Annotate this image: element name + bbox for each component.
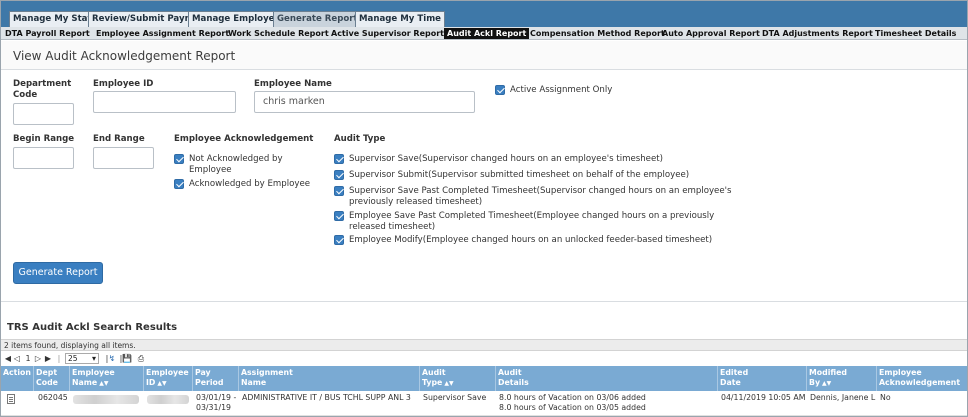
- col-employee-name[interactable]: Employee Name ▲▼: [70, 366, 144, 391]
- not-acknowledged-label: Not Acknowledged by Employee: [189, 154, 283, 175]
- pager-toolbar: ◀ ◁ 1 ▷ ▶ | 25 | ↯ | 💾 ⎙: [4, 353, 164, 364]
- cell-audit-type: Supervisor Save: [423, 393, 487, 402]
- subnav-auto-approval-report[interactable]: Auto Approval Report: [662, 28, 760, 39]
- audit-type-label: Audit Type: [334, 134, 386, 144]
- cell-audit-details: 8.0 hours of Vacation on 03/06 added 8.0…: [499, 393, 646, 412]
- employee-id-label: Employee ID: [93, 79, 154, 89]
- export-icon[interactable]: 💾: [122, 354, 132, 363]
- subnav-compensation-method-report[interactable]: Compensation Method Report: [530, 28, 665, 39]
- next-page-icon[interactable]: ▷: [34, 354, 42, 363]
- sort-icon: ▲▼: [157, 380, 167, 387]
- cell-employee-acknowledgement: No: [880, 393, 891, 402]
- subnav-employee-assignment-report[interactable]: Employee Assignment Report: [96, 28, 229, 39]
- acknowledged-label: Acknowledged by Employee: [189, 179, 311, 189]
- page-title: View Audit Acknowledgement Report: [13, 49, 236, 63]
- audit-type-supervisor-submit-checkbox[interactable]: [334, 170, 344, 180]
- col-employee-id[interactable]: Employee ID ▲▼: [144, 366, 193, 391]
- report-sub-nav: DTA Payroll Report Employee Assignment R…: [1, 27, 967, 40]
- col-assignment-name: Assignment Name: [239, 366, 420, 391]
- previous-page-icon[interactable]: ◁: [13, 354, 21, 363]
- end-range-label: End Range: [93, 134, 145, 144]
- cell-modified-by: Dennis, Janene L: [810, 393, 876, 402]
- app-window: Manage My Staff Review/Submit Payroll Ma…: [0, 0, 968, 417]
- section-divider: [1, 301, 967, 302]
- redacted-employee-name: [73, 395, 139, 404]
- cell-pay-period: 03/01/19 - 03/31/19: [196, 393, 237, 412]
- col-edited-date: Edited Date: [718, 366, 807, 391]
- results-table-header: Action Dept Code▲▼ Employee Name▲▼ Emplo…: [1, 366, 967, 397]
- audit-type-supervisor-submit-label: Supervisor Submit(Supervisor submitted t…: [349, 170, 690, 180]
- audit-type-employee-modify-label: Employee Modify(Employee changed hours o…: [349, 235, 713, 245]
- cell-edited-date: 04/11/2019 10:05 AM: [721, 393, 806, 402]
- end-range-input[interactable]: [93, 147, 154, 169]
- sort-icon: ▲▼: [99, 380, 109, 387]
- results-count-text: 2 items found, displaying all items.: [4, 341, 136, 350]
- dept-code-label: Department Code: [13, 79, 72, 100]
- page-header: View Audit Acknowledgement Report: [1, 41, 967, 70]
- subnav-work-schedule-report[interactable]: Work Schedule Report: [228, 28, 329, 39]
- begin-range-label: Begin Range: [13, 134, 75, 144]
- employee-name-label: Employee Name: [254, 79, 332, 89]
- col-audit-type[interactable]: Audit Type ▲▼: [420, 366, 496, 391]
- tab-manage-my-staff[interactable]: Manage My Staff: [9, 11, 99, 27]
- col-pay-period: Pay Period: [193, 366, 239, 391]
- subnav-timesheet-details[interactable]: Timesheet Details: [875, 28, 956, 39]
- first-page-icon[interactable]: ◀: [4, 354, 12, 363]
- results-count-bar: 2 items found, displaying all items.: [1, 339, 967, 351]
- pager-separator-icon: |: [57, 354, 61, 363]
- active-assignment-checkbox[interactable]: [495, 85, 505, 95]
- cell-dept-code: 062045: [38, 393, 68, 402]
- subnav-audit-ackl-report[interactable]: Audit Ackl Report: [444, 28, 530, 39]
- subnav-dta-adjustments-report[interactable]: DTA Adjustments Report: [762, 28, 873, 39]
- audit-type-employee-save-past-label: Employee Save Past Completed Timesheet(E…: [349, 211, 715, 232]
- col-modified-by[interactable]: Modified By ▲▼: [807, 366, 877, 391]
- tab-manage-my-time[interactable]: Manage My Time: [355, 11, 445, 27]
- audit-type-employee-modify-checkbox[interactable]: [334, 235, 344, 245]
- audit-type-supervisor-save-past-label: Supervisor Save Past Completed Timesheet…: [349, 186, 732, 207]
- dept-code-input[interactable]: [13, 103, 74, 125]
- not-acknowledged-checkbox[interactable]: [174, 154, 184, 164]
- sort-icon: ▲▼: [444, 380, 454, 387]
- employee-name-input[interactable]: chris marken: [254, 91, 475, 113]
- table-row: 062045 03/01/19 - 03/31/19 ADMINISTRATIV…: [1, 391, 967, 416]
- subnav-active-supervisor-report[interactable]: Active Supervisor Report: [331, 28, 444, 39]
- col-action: Action: [1, 366, 34, 391]
- refresh-icon[interactable]: ↯: [108, 354, 116, 363]
- results-title: TRS Audit Ackl Search Results: [7, 322, 178, 333]
- tab-manage-employee[interactable]: Manage Employee: [188, 11, 285, 27]
- audit-type-employee-save-past-checkbox[interactable]: [334, 211, 344, 221]
- col-audit-details: Audit Details: [496, 366, 718, 391]
- subnav-dta-payroll-report[interactable]: DTA Payroll Report: [5, 28, 90, 39]
- active-assignment-label: Active Assignment Only: [510, 85, 613, 95]
- top-tab-bar: Manage My Staff Review/Submit Payroll Ma…: [1, 1, 967, 27]
- audit-type-supervisor-save-checkbox[interactable]: [334, 154, 344, 164]
- employee-id-input[interactable]: [93, 91, 236, 113]
- col-dept-code[interactable]: Dept Code▲▼: [34, 366, 70, 397]
- generate-report-button[interactable]: Generate Report: [13, 262, 103, 284]
- col-employee-acknowledgement[interactable]: Employee Acknowledgement▲▼: [877, 366, 967, 397]
- document-icon[interactable]: [7, 394, 15, 404]
- sort-icon: ▲▼: [822, 380, 832, 387]
- acknowledged-checkbox[interactable]: [174, 179, 184, 189]
- tab-generate-reports[interactable]: Generate Reports: [273, 11, 367, 27]
- employee-acknowledgement-label: Employee Acknowledgement: [174, 134, 314, 144]
- audit-type-supervisor-save-past-checkbox[interactable]: [334, 186, 344, 196]
- page-size-select[interactable]: 25: [65, 353, 99, 364]
- page-number[interactable]: 1: [24, 354, 32, 363]
- begin-range-input[interactable]: [13, 147, 74, 169]
- cell-assignment-name: ADMINISTRATIVE IT / BUS TCHL SUPP ANL 3: [242, 393, 411, 402]
- redacted-employee-id: [147, 395, 189, 404]
- audit-type-supervisor-save-label: Supervisor Save(Supervisor changed hours…: [349, 154, 663, 164]
- print-icon[interactable]: ⎙: [137, 354, 145, 363]
- last-page-icon[interactable]: ▶: [44, 354, 52, 363]
